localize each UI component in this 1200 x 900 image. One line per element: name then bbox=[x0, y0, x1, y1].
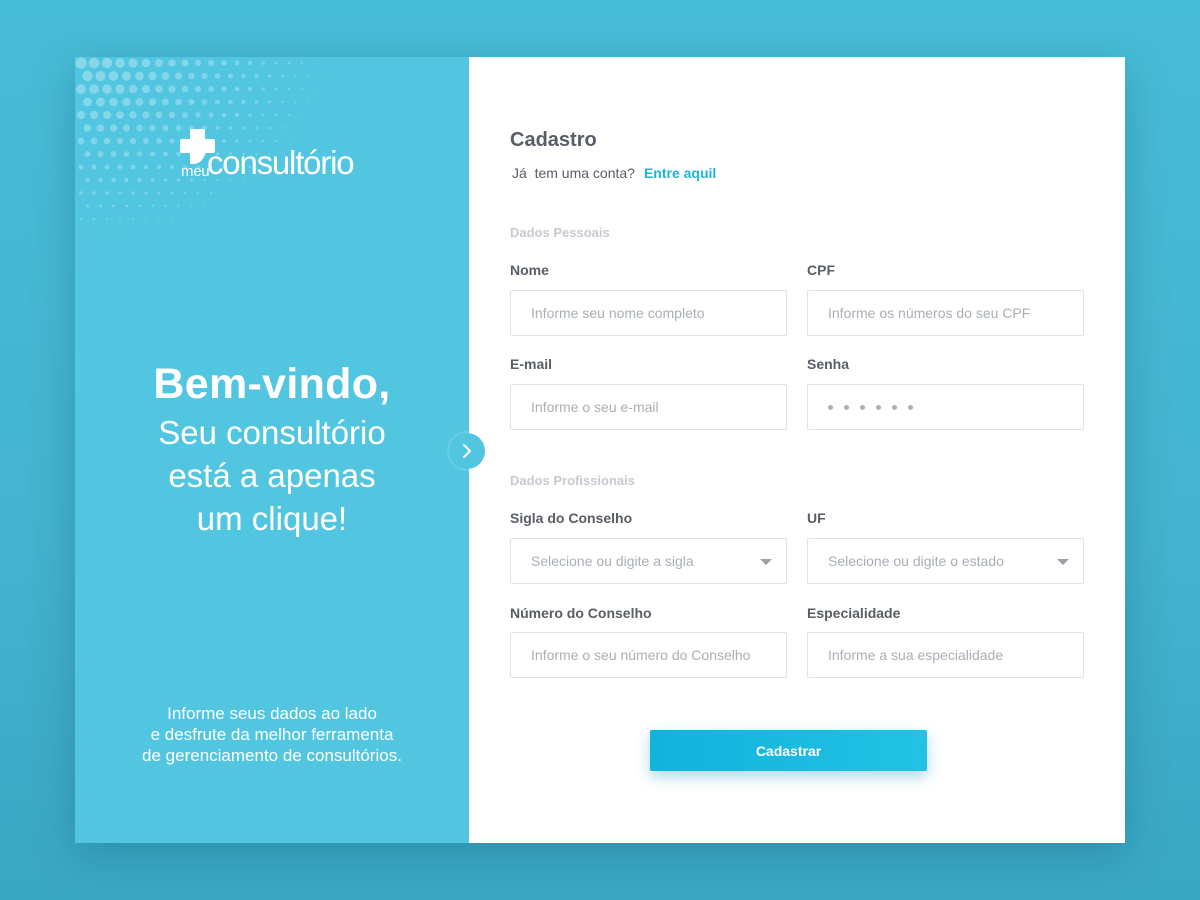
senha-input[interactable] bbox=[807, 384, 1084, 430]
signup-card: meu consultório Bem-vindo, Seu consultór… bbox=[75, 57, 1125, 843]
caret-down-icon bbox=[760, 559, 772, 565]
professional-data-section-title: Dados Profissionais bbox=[510, 473, 635, 488]
welcome-line-1: Seu consultório bbox=[158, 414, 386, 451]
login-prompt-line: Já tem uma conta? Entre aquil bbox=[512, 165, 716, 181]
cpf-label: CPF bbox=[807, 262, 835, 278]
welcome-heading: Bem-vindo, bbox=[153, 360, 391, 408]
sigla-placeholder: Selecione ou digite a sigla bbox=[531, 553, 694, 569]
sigla-select[interactable]: Selecione ou digite a sigla bbox=[510, 538, 787, 584]
cadastrar-button[interactable]: Cadastrar bbox=[650, 730, 927, 771]
nome-label: Nome bbox=[510, 262, 549, 278]
especialidade-input[interactable] bbox=[807, 632, 1084, 678]
brand-prefix: meu bbox=[181, 163, 210, 180]
uf-placeholder: Selecione ou digite o estado bbox=[828, 553, 1004, 569]
numero-label: Número do Conselho bbox=[510, 605, 652, 621]
uf-label: UF bbox=[807, 510, 826, 526]
welcome-panel: meu consultório Bem-vindo, Seu consultór… bbox=[75, 57, 469, 843]
welcome-line-2: está a apenas bbox=[168, 457, 376, 494]
form-title: Cadastro bbox=[510, 129, 597, 151]
welcome-message: Bem-vindo, Seu consultório está a apenas… bbox=[75, 357, 469, 540]
description-line-3: de gerenciamento de consultórios. bbox=[142, 746, 402, 765]
nome-input[interactable] bbox=[510, 290, 787, 336]
cpf-input[interactable] bbox=[807, 290, 1084, 336]
login-prompt-text: Já tem uma conta? bbox=[512, 165, 635, 181]
personal-data-section-title: Dados Pessoais bbox=[510, 225, 610, 240]
description-line-1: Informe seus dados ao lado bbox=[167, 704, 377, 723]
sigla-label: Sigla do Conselho bbox=[510, 510, 633, 526]
chevron-right-icon bbox=[463, 444, 471, 458]
brand-name: consultório bbox=[207, 144, 355, 181]
senha-label: Senha bbox=[807, 356, 850, 372]
panel-toggle-button[interactable] bbox=[449, 433, 485, 469]
login-link[interactable]: Entre aquil bbox=[644, 165, 716, 181]
description-line-2: e desfrute da melhor ferramenta bbox=[150, 725, 394, 744]
caret-down-icon bbox=[1057, 559, 1069, 565]
numero-input[interactable] bbox=[510, 632, 787, 678]
especialidade-label: Especialidade bbox=[807, 605, 901, 621]
welcome-description: Informe seus dados ao lado e desfrute da… bbox=[75, 703, 469, 766]
brand-logo: meu consultório bbox=[180, 127, 370, 183]
welcome-line-3: um clique! bbox=[196, 500, 348, 537]
uf-select[interactable]: Selecione ou digite o estado bbox=[807, 538, 1084, 584]
email-label: E-mail bbox=[510, 356, 553, 372]
email-input[interactable] bbox=[510, 384, 787, 430]
